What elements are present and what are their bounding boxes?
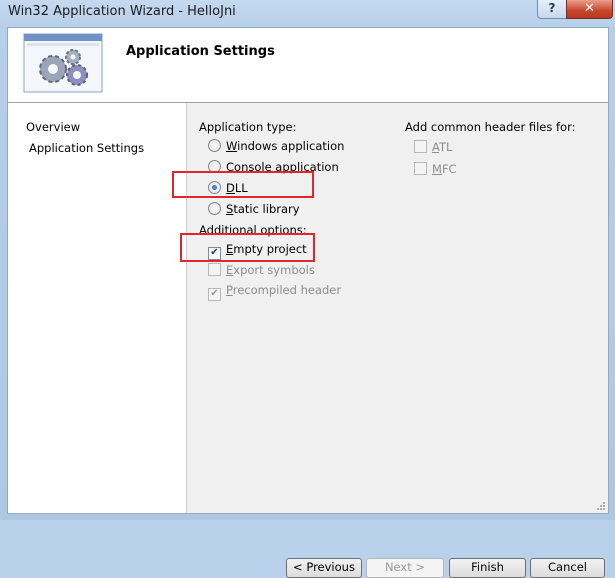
wizard-client: Application Settings Overview Applicatio…: [7, 27, 609, 578]
check-indicator: [414, 140, 427, 153]
radio-console-application[interactable]: Console application: [208, 160, 339, 178]
checkbox-label: Export symbols: [226, 263, 315, 277]
checkbox-atl: ATL: [414, 140, 452, 158]
checkbox-empty-project[interactable]: ✔ Empty project: [208, 242, 307, 260]
common-headers-label: Add common header files for:: [405, 120, 576, 134]
close-button[interactable]: ✕: [566, 0, 613, 19]
radio-label: DLL: [226, 181, 248, 195]
previous-button[interactable]: < Previous: [286, 558, 362, 578]
window-frame: Win32 Application Wizard - HelloJni ? ✕ …: [0, 0, 615, 578]
radio-label: Console application: [226, 160, 339, 174]
checkbox-export-symbols: Export symbols: [208, 263, 315, 281]
wizard-header: Application Settings: [8, 28, 608, 103]
checkbox-label: Empty project: [226, 242, 307, 256]
radio-label: Static library: [226, 202, 300, 216]
radio-static-library[interactable]: Static library: [208, 202, 300, 220]
window-title: Win32 Application Wizard - HelloJni: [8, 4, 236, 19]
radio-dll[interactable]: DLL: [208, 181, 248, 199]
check-indicator[interactable]: ✔: [208, 247, 221, 260]
cancel-button[interactable]: Cancel: [530, 558, 605, 578]
gears-icon: [23, 33, 103, 93]
checkbox-label: ATL: [432, 140, 453, 154]
check-indicator: [208, 263, 221, 276]
nav-item-overview[interactable]: Overview: [26, 120, 80, 134]
check-indicator: [414, 162, 427, 175]
checkbox-precompiled-header: ✔ Precompiled header: [208, 283, 341, 301]
help-button[interactable]: ?: [537, 0, 567, 19]
checkbox-label: Precompiled header: [226, 283, 342, 297]
radio-indicator[interactable]: [208, 139, 221, 152]
application-type-label: Application type:: [199, 120, 297, 134]
checkbox-mfc: MFC: [414, 162, 457, 180]
page-title: Application Settings: [126, 44, 275, 59]
resize-grip-icon[interactable]: [596, 501, 606, 511]
radio-windows-application[interactable]: Windows application: [208, 139, 344, 157]
radio-indicator[interactable]: [208, 160, 221, 173]
nav-item-application-settings[interactable]: Application Settings: [26, 140, 147, 156]
checkbox-label: MFC: [432, 162, 457, 176]
check-indicator: ✔: [208, 288, 221, 301]
additional-options-label: Additional options:: [199, 223, 307, 237]
next-button: Next >: [366, 558, 444, 578]
finish-button[interactable]: Finish: [449, 558, 526, 578]
radio-label: Windows application: [226, 139, 345, 153]
radio-indicator[interactable]: [208, 202, 221, 215]
radio-indicator[interactable]: [208, 181, 221, 194]
wizard-nav: Overview Application Settings: [8, 103, 187, 513]
settings-panel: Application type: Windows application Co…: [172, 103, 608, 578]
title-bar[interactable]: Win32 Application Wizard - HelloJni ? ✕: [0, 0, 615, 24]
